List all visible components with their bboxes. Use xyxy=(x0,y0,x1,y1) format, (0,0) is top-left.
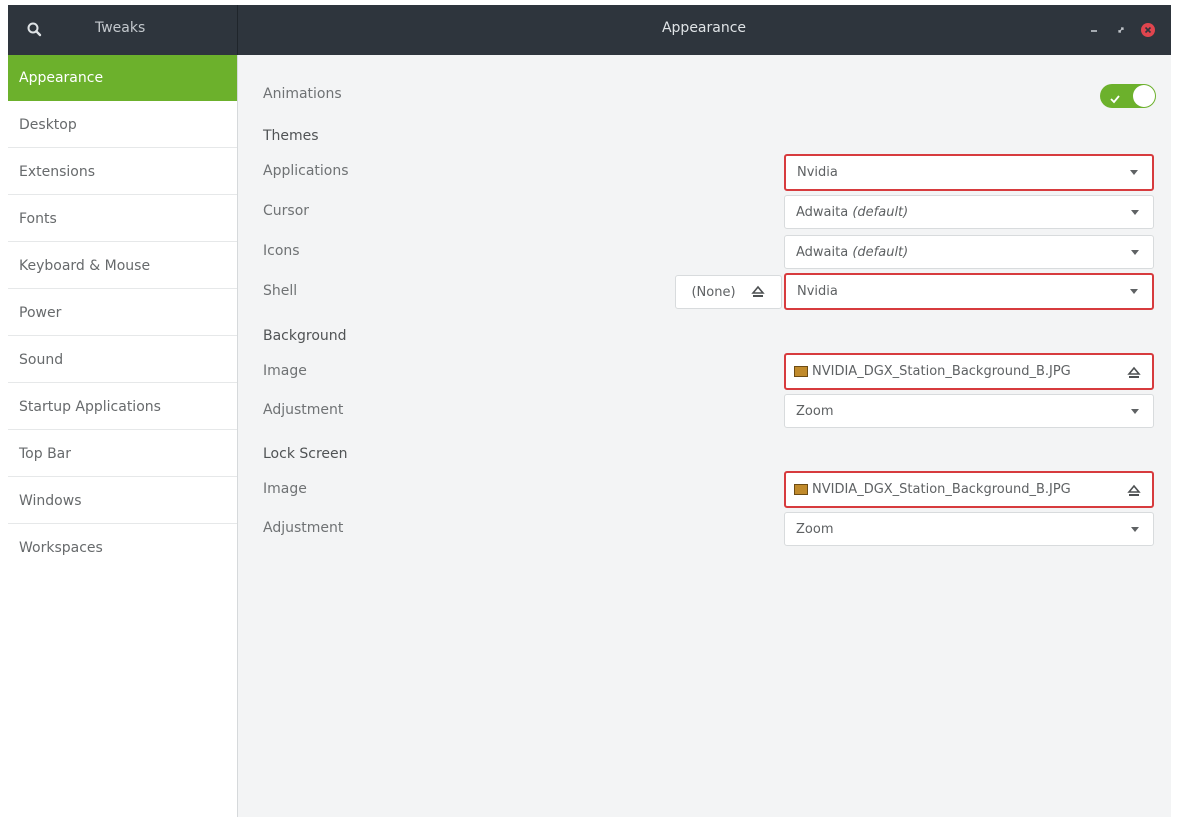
sidebar-item-label: Power xyxy=(19,304,62,321)
applications-theme-dropdown[interactable]: Nvidia xyxy=(784,154,1154,191)
sidebar-item-label: Desktop xyxy=(19,116,77,133)
lock-screen-image-filename: NVIDIA_DGX_Station_Background_B.JPG xyxy=(812,482,1071,497)
sidebar-item-label: Startup Applications xyxy=(19,398,161,415)
eject-icon xyxy=(750,285,766,299)
check-icon xyxy=(1109,90,1121,109)
toggle-knob xyxy=(1133,85,1155,107)
animations-label: Animations xyxy=(263,86,342,102)
sidebar-item-label: Fonts xyxy=(19,210,57,227)
lock-screen-adjustment-label: Adjustment xyxy=(263,520,344,536)
background-adjustment-dropdown[interactable]: Zoom xyxy=(784,394,1154,428)
lock-screen-adjustment-dropdown[interactable]: Zoom xyxy=(784,512,1154,546)
icons-theme-value: Adwaita (default) xyxy=(796,244,909,260)
sidebar-item-label: Keyboard & Mouse xyxy=(19,257,151,274)
background-image-filename: NVIDIA_DGX_Station_Background_B.JPG xyxy=(812,364,1071,379)
lock-screen-image-file-button[interactable]: NVIDIA_DGX_Station_Background_B.JPG xyxy=(784,471,1154,508)
maximize-icon[interactable] xyxy=(1113,22,1129,38)
sidebar: Appearance Desktop Extensions Fonts Keyb… xyxy=(8,55,238,817)
shell-theme-value: Nvidia xyxy=(797,284,838,299)
lock-screen-heading: Lock Screen xyxy=(263,446,348,462)
sidebar-item-label: Top Bar xyxy=(19,445,72,462)
eject-icon xyxy=(1126,483,1142,497)
window-title: Appearance xyxy=(661,20,747,36)
appearance-panel: Animations Themes Applications Nvidia Cu… xyxy=(238,55,1171,817)
minimize-icon[interactable] xyxy=(1086,22,1102,38)
sidebar-item-workspaces[interactable]: Workspaces xyxy=(8,525,237,571)
icons-label: Icons xyxy=(263,243,300,259)
sidebar-item-keyboard-mouse[interactable]: Keyboard & Mouse xyxy=(8,243,237,289)
sidebar-item-appearance[interactable]: Appearance xyxy=(8,55,237,101)
sidebar-item-extensions[interactable]: Extensions xyxy=(8,149,237,195)
background-image-file-button[interactable]: NVIDIA_DGX_Station_Background_B.JPG xyxy=(784,353,1154,390)
background-image-label: Image xyxy=(263,363,307,379)
shell-label: Shell xyxy=(263,283,298,299)
shell-none-button[interactable]: (None) xyxy=(675,275,782,309)
shell-none-label: (None) xyxy=(691,284,736,300)
chevron-down-icon xyxy=(1130,289,1138,294)
chevron-down-icon xyxy=(1131,209,1139,215)
background-adjustment-value: Zoom xyxy=(796,403,834,419)
title-bar: Tweaks Appearance xyxy=(8,5,1171,55)
eject-icon xyxy=(1126,365,1142,379)
shell-theme-dropdown[interactable]: Nvidia xyxy=(784,273,1154,310)
image-file-icon xyxy=(794,366,808,377)
close-icon[interactable] xyxy=(1140,22,1156,38)
chevron-down-icon xyxy=(1131,526,1139,532)
sidebar-item-label: Extensions xyxy=(19,163,96,180)
sidebar-item-desktop[interactable]: Desktop xyxy=(8,102,237,148)
chevron-down-icon xyxy=(1130,170,1138,175)
themes-heading: Themes xyxy=(263,128,319,144)
image-file-icon xyxy=(794,484,808,495)
background-heading: Background xyxy=(263,328,347,344)
sidebar-item-power[interactable]: Power xyxy=(8,290,237,336)
chevron-down-icon xyxy=(1131,249,1139,255)
applications-label: Applications xyxy=(263,163,349,179)
lock-screen-adjustment-value: Zoom xyxy=(796,521,834,537)
chevron-down-icon xyxy=(1131,408,1139,414)
cursor-theme-dropdown[interactable]: Adwaita (default) xyxy=(784,195,1154,229)
sidebar-item-label: Windows xyxy=(19,492,82,509)
icons-theme-dropdown[interactable]: Adwaita (default) xyxy=(784,235,1154,269)
sidebar-item-sound[interactable]: Sound xyxy=(8,337,237,383)
tweaks-window: Tweaks Appearance Appearance Desktop Ext… xyxy=(8,5,1171,817)
sidebar-item-label: Appearance xyxy=(19,70,104,86)
cursor-theme-value: Adwaita (default) xyxy=(796,204,909,220)
animations-toggle[interactable] xyxy=(1100,84,1156,108)
lock-screen-image-label: Image xyxy=(263,481,307,497)
sidebar-item-startup-applications[interactable]: Startup Applications xyxy=(8,384,237,430)
applications-theme-value: Nvidia xyxy=(797,165,838,180)
sidebar-item-top-bar[interactable]: Top Bar xyxy=(8,431,237,477)
sidebar-item-label: Sound xyxy=(19,351,64,368)
sidebar-item-windows[interactable]: Windows xyxy=(8,478,237,524)
cursor-label: Cursor xyxy=(263,203,310,219)
sidebar-item-fonts[interactable]: Fonts xyxy=(8,196,237,242)
sidebar-item-label: Workspaces xyxy=(19,540,103,556)
background-adjustment-label: Adjustment xyxy=(263,402,344,418)
